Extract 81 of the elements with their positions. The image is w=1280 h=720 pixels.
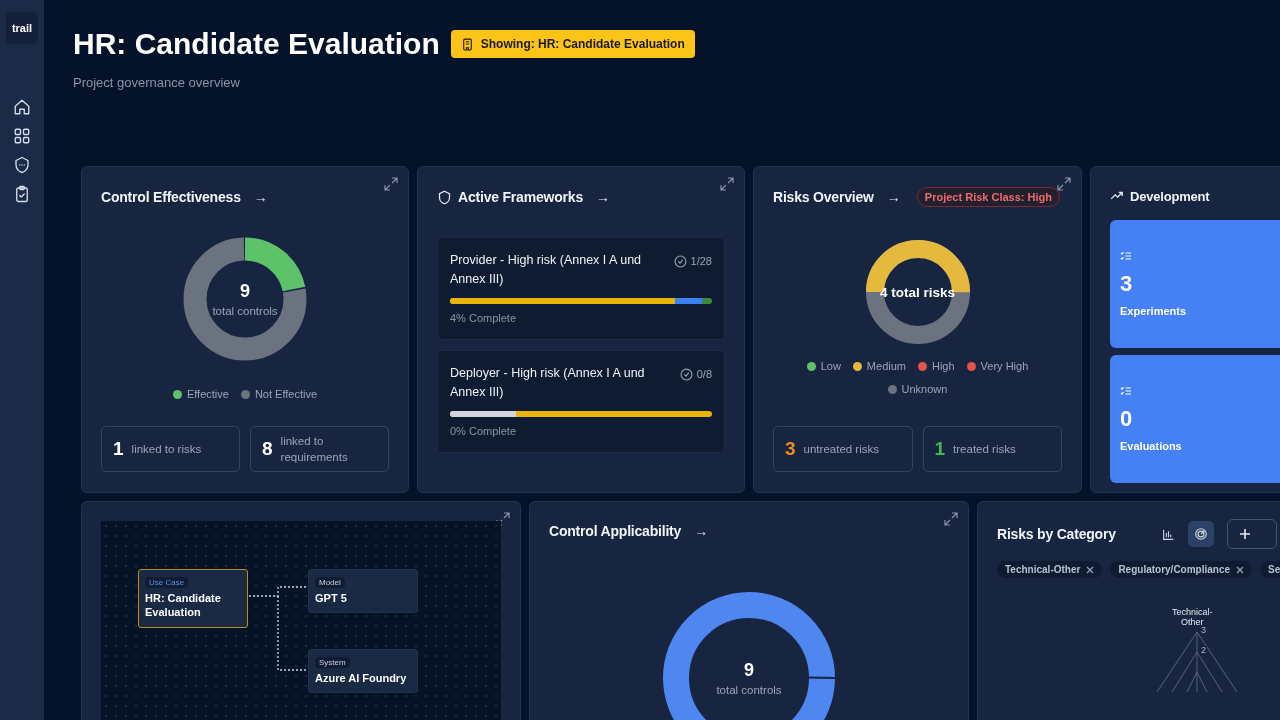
category-chip[interactable]: Technical-Other — [997, 561, 1103, 578]
legend-label: Very High — [980, 360, 1029, 372]
stat-value: 3 — [785, 438, 796, 460]
legend-label: Low — [820, 360, 841, 372]
framework-name: Deployer - High risk (Annex I A und Annex III) — [450, 365, 646, 402]
framework-count: 0/8 — [696, 368, 712, 380]
bar-chart-icon — [1161, 527, 1175, 541]
building-icon — [460, 37, 474, 51]
legend-label: Medium — [866, 360, 906, 372]
expand-icon[interactable] — [1057, 177, 1071, 191]
tick-label: 2 — [1200, 646, 1207, 655]
legend-label: Effective — [186, 388, 229, 400]
node-name: HR: Candidate Evaluation — [145, 591, 222, 620]
diagram-node[interactable]: Model GPT 5 — [308, 569, 418, 614]
card-title: Active Frameworks — [458, 189, 583, 205]
close-icon[interactable] — [1086, 565, 1095, 574]
tile-value: 0 — [1120, 406, 1134, 432]
node-name: GPT 5 — [315, 591, 348, 606]
expand-icon[interactable] — [384, 177, 398, 191]
arrow-link[interactable]: → — [886, 190, 901, 204]
framework-item[interactable]: Deployer - High risk (Annex I A und Annex III) 0/8 0% Complete — [437, 350, 725, 453]
framework-item[interactable]: Provider - High risk (Annex I A und Annex III) 1/28 4% Complete — [437, 237, 725, 340]
category-chip[interactable]: Se — [1260, 561, 1280, 578]
card-title: Risks by Category — [997, 526, 1116, 542]
metric-tile[interactable]: 3 Experiments — [1110, 220, 1280, 348]
framework-name: Provider - High risk (Annex I A und Annex III) — [450, 252, 643, 289]
stat-label: treated risks — [953, 441, 1016, 457]
page-title: HR: Candidate Evaluation — [73, 27, 440, 61]
card-title: Development — [1130, 188, 1210, 204]
framework-count: 1/28 — [690, 255, 712, 267]
stat-label: linked to requirements — [280, 433, 349, 465]
arrow-link[interactable]: → — [596, 190, 610, 204]
radar-view-button[interactable] — [1188, 521, 1214, 547]
total-count: 9 — [744, 660, 754, 681]
total-label: total controls — [716, 684, 782, 696]
tile-value: 3 — [1120, 271, 1134, 297]
card-title: Control Effectiveness — [101, 189, 241, 205]
checklist-icon — [1120, 386, 1132, 397]
arrow-link[interactable]: → — [253, 190, 268, 204]
checklist-icon — [1120, 251, 1132, 262]
metric-tile[interactable]: 0 Evaluations — [1110, 355, 1280, 483]
tile-label: Experiments — [1120, 305, 1188, 317]
stat-value: 1 — [113, 438, 124, 460]
page-subtitle: Project governance overview — [73, 75, 241, 90]
check-circle-icon — [679, 367, 693, 381]
expand-icon[interactable] — [720, 177, 734, 191]
shield-icon — [437, 189, 452, 205]
check-circle-icon — [673, 254, 687, 268]
plus-icon — [1239, 528, 1251, 540]
axis-label: Technical- Other — [1172, 608, 1213, 627]
expand-icon[interactable] — [944, 512, 958, 526]
diagram-node[interactable]: System Azure AI Foundry — [308, 649, 418, 694]
tick-label: 3 — [1200, 626, 1207, 635]
node-tag: Model — [315, 577, 345, 588]
total-risks-label: 4 total risks — [879, 284, 955, 300]
stat-label: linked to risks — [131, 441, 202, 457]
node-tag: Use Case — [145, 577, 189, 588]
legend-label: High — [932, 360, 955, 372]
stat-value: 8 — [262, 438, 273, 460]
node-tag: System — [315, 657, 350, 668]
logo[interactable]: trail — [6, 12, 38, 44]
card-title: Risks Overview — [773, 189, 874, 205]
add-button[interactable] — [1227, 519, 1277, 549]
stat-value: 1 — [934, 438, 946, 460]
project-badge: Showing: HR: Candidate Evaluation — [450, 30, 695, 58]
total-count: 9 — [240, 281, 250, 302]
progress-label: 4% Complete — [450, 311, 518, 324]
stat-label: untreated risks — [803, 441, 879, 457]
arrow-link[interactable]: → — [694, 524, 709, 538]
legend-label: Not Effective — [254, 388, 318, 400]
card-title: Control Applicability — [549, 523, 682, 539]
close-icon[interactable] — [1236, 565, 1245, 574]
progress-label: 0% Complete — [450, 424, 518, 437]
radar-icon — [1194, 527, 1208, 541]
node-name: Azure AI Foundry — [315, 671, 408, 686]
total-label: total controls — [212, 305, 278, 317]
diagram-node[interactable]: Use Case HR: Candidate Evaluation — [138, 569, 248, 628]
risk-class-badge: Project Risk Class: High — [916, 187, 1060, 207]
category-chip[interactable]: Regulatory/Compliance — [1110, 561, 1253, 578]
tile-label: Evaluations — [1120, 440, 1183, 452]
legend-label: Unknown — [901, 383, 948, 395]
